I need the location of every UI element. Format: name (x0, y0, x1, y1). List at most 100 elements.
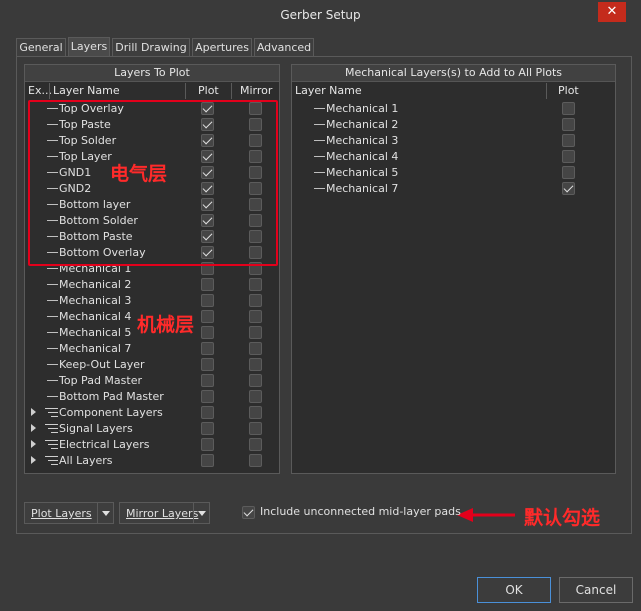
plot-checkbox[interactable] (201, 374, 214, 387)
mirror-checkbox[interactable] (249, 310, 262, 323)
layer-line-icon (47, 364, 58, 365)
mirror-checkbox[interactable] (249, 438, 262, 451)
mirror-checkbox[interactable] (249, 342, 262, 355)
layer-name: Mechanical 7 (59, 342, 132, 355)
column-divider (546, 83, 547, 99)
col-plot-header[interactable]: Plot (198, 83, 219, 99)
ok-button[interactable]: OK (477, 577, 551, 603)
mirror-checkbox[interactable] (249, 454, 262, 467)
tab-drill-drawing[interactable]: Drill Drawing (112, 38, 190, 56)
mechanical-layer-row[interactable]: Mechanical 5 (292, 165, 615, 181)
plot-checkbox[interactable] (562, 134, 575, 147)
plot-checkbox[interactable] (201, 422, 214, 435)
mechanical-layer-row[interactable]: Mechanical 2 (292, 117, 615, 133)
plot-checkbox[interactable] (562, 118, 575, 131)
plot-checkbox[interactable] (201, 342, 214, 355)
tree-expand-icon[interactable] (31, 424, 36, 432)
tab-layers[interactable]: Layers (68, 37, 110, 56)
layer-line-icon (314, 108, 325, 109)
tree-group-row[interactable]: Component Layers (25, 405, 279, 421)
col-layer-name-header[interactable]: Layer Name (295, 83, 362, 99)
layer-row[interactable]: Mechanical 3 (25, 293, 279, 309)
plot-checkbox[interactable] (201, 390, 214, 403)
tree-group-row[interactable]: Signal Layers (25, 421, 279, 437)
layer-name: Mechanical 2 (59, 278, 132, 291)
mechanical-layer-row[interactable]: Mechanical 7 (292, 181, 615, 197)
tree-expand-icon[interactable] (31, 440, 36, 448)
close-button[interactable]: ✕ (598, 2, 626, 22)
layer-row[interactable]: Top Pad Master (25, 373, 279, 389)
layer-row[interactable]: Mechanical 7 (25, 341, 279, 357)
plot-checkbox[interactable] (562, 166, 575, 179)
column-divider (231, 83, 232, 99)
tree-group-row[interactable]: Electrical Layers (25, 437, 279, 453)
tab-advanced[interactable]: Advanced (254, 38, 314, 56)
electrical-annotation: 电气层 (110, 163, 168, 185)
plot-checkbox[interactable] (201, 278, 214, 291)
mirror-checkbox[interactable] (249, 374, 262, 387)
mirror-checkbox[interactable] (249, 326, 262, 339)
cancel-button[interactable]: Cancel (559, 577, 633, 603)
layer-name: Mechanical 3 (326, 134, 399, 147)
layer-line-icon (314, 124, 325, 125)
plot-checkbox[interactable] (201, 358, 214, 371)
layer-row[interactable]: Mechanical 2 (25, 277, 279, 293)
plot-checkbox[interactable] (201, 438, 214, 451)
include-pads-label[interactable]: Include unconnected mid-layer pads (260, 505, 461, 519)
layer-row[interactable]: Keep-Out Layer (25, 357, 279, 373)
mirror-layers-dropdown[interactable]: Mirror Layers (119, 502, 210, 524)
mirror-checkbox[interactable] (249, 358, 262, 371)
mirror-checkbox[interactable] (249, 278, 262, 291)
col-plot-header[interactable]: Plot (558, 83, 579, 99)
mechanical-layer-row[interactable]: Mechanical 3 (292, 133, 615, 149)
column-divider (49, 83, 50, 99)
chevron-down-icon (198, 511, 206, 516)
layer-name: Mechanical 4 (326, 150, 399, 163)
mechanical-annotation: 机械层 (137, 314, 195, 336)
mechanical-layer-row[interactable]: Mechanical 4 (292, 149, 615, 165)
layer-stack-icon (45, 408, 58, 417)
plot-layers-label: Plot Layers (31, 507, 92, 520)
layer-name: Mechanical 7 (326, 182, 399, 195)
plot-checkbox[interactable] (201, 310, 214, 323)
plot-checkbox[interactable] (562, 150, 575, 163)
plot-checkbox[interactable] (201, 406, 214, 419)
mirror-layers-arrow[interactable] (193, 503, 209, 523)
col-layer-name-header[interactable]: Layer Name (53, 83, 120, 99)
include-pads-checkbox[interactable] (242, 506, 255, 519)
tree-group-row[interactable]: All Layers (25, 453, 279, 469)
layer-stack-icon (45, 456, 58, 465)
tab-apertures[interactable]: Apertures (192, 38, 252, 56)
plot-layers-dropdown[interactable]: Plot Layers (24, 502, 114, 524)
layer-line-icon (47, 380, 58, 381)
mechanical-layer-row[interactable]: Mechanical 1 (292, 101, 615, 117)
layer-stack-icon (45, 424, 58, 433)
layer-name: Mechanical 3 (59, 294, 132, 307)
layer-line-icon (47, 348, 58, 349)
layer-name: Mechanical 2 (326, 118, 399, 131)
tab-general[interactable]: General (16, 38, 66, 56)
mirror-checkbox[interactable] (249, 422, 262, 435)
layer-name: Mechanical 5 (59, 326, 132, 339)
red-arrow-icon (457, 508, 515, 522)
layer-line-icon (47, 332, 58, 333)
mechanical-layers-panel: Mechanical Layers(s) to Add to All Plots… (291, 64, 616, 474)
plot-checkbox[interactable] (201, 326, 214, 339)
plot-layers-arrow[interactable] (97, 503, 113, 523)
layer-name: All Layers (59, 454, 113, 467)
title-bar: Gerber Setup ✕ (0, 0, 641, 30)
plot-checkbox[interactable] (201, 294, 214, 307)
layer-row[interactable]: Bottom Pad Master (25, 389, 279, 405)
tree-expand-icon[interactable] (31, 408, 36, 416)
mirror-checkbox[interactable] (249, 294, 262, 307)
layer-line-icon (47, 396, 58, 397)
plot-checkbox[interactable] (562, 182, 575, 195)
mirror-checkbox[interactable] (249, 406, 262, 419)
plot-checkbox[interactable] (562, 102, 575, 115)
layer-name: Mechanical 1 (326, 102, 399, 115)
mirror-checkbox[interactable] (249, 390, 262, 403)
tree-expand-icon[interactable] (31, 456, 36, 464)
layer-name: Keep-Out Layer (59, 358, 145, 371)
plot-checkbox[interactable] (201, 454, 214, 467)
col-mirror-header[interactable]: Mirror (240, 83, 272, 99)
